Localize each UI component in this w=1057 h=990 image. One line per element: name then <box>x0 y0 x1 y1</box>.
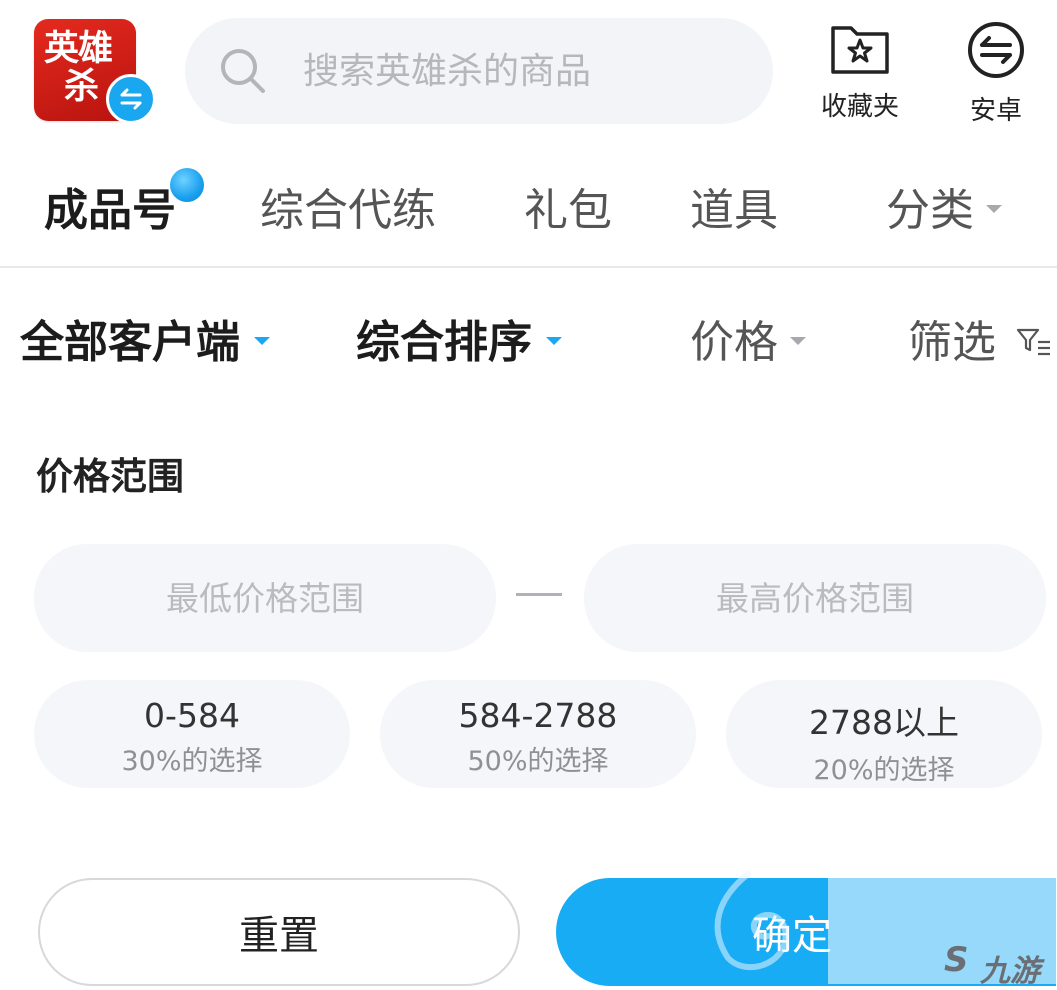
search-bar[interactable] <box>185 18 773 124</box>
watermark-brand: 九游 <box>980 954 1040 989</box>
range-separator <box>516 593 562 596</box>
screen-filter-label: 筛选 <box>908 317 996 368</box>
price-filter[interactable]: 价格 <box>690 306 806 370</box>
watermark-logo-icon <box>714 871 789 970</box>
category-tabs: 成品号 综合代练 礼包 道具 分类 <box>0 160 1057 256</box>
favorites-label: 收藏夹 <box>820 92 899 122</box>
max-price-input[interactable] <box>584 544 1046 652</box>
search-icon <box>221 49 265 93</box>
tab-category-label: 分类 <box>886 185 974 236</box>
client-filter[interactable]: 全部客户端 <box>20 306 270 370</box>
notification-dot <box>170 168 204 202</box>
filter-icon <box>1016 328 1050 356</box>
sort-filter[interactable]: 综合排序 <box>356 306 562 370</box>
swap-circle-icon <box>968 22 1024 78</box>
preset-share: 50%的选择 <box>467 746 609 777</box>
folder-star-icon <box>831 26 889 74</box>
chevron-down-icon <box>546 337 562 345</box>
logo-text-line1: 英雄 <box>44 29 113 69</box>
price-preset-low[interactable]: 0-584 30%的选择 <box>34 680 350 788</box>
preset-share: 30%的选择 <box>121 746 263 777</box>
reset-button[interactable]: 重置 <box>38 878 520 986</box>
favorites-button[interactable]: 收藏夹 <box>810 20 910 123</box>
screen-filter[interactable]: 筛选 <box>908 306 1052 370</box>
price-range-title: 价格范围 <box>36 455 184 498</box>
tab-finished-account[interactable]: 成品号 <box>44 174 176 238</box>
chevron-down-icon <box>986 205 1002 213</box>
sort-filter-label: 综合排序 <box>356 317 532 368</box>
tab-items[interactable]: 道具 <box>690 174 778 238</box>
android-label: 安卓 <box>969 96 1022 126</box>
logo-text-line2: 杀 <box>64 67 99 107</box>
chevron-down-icon <box>790 337 806 345</box>
search-input[interactable] <box>303 18 743 124</box>
divider <box>0 266 1057 268</box>
tab-gift-pack[interactable]: 礼包 <box>524 174 612 238</box>
min-price-input[interactable] <box>34 544 496 652</box>
preset-range: 0-584 <box>144 696 240 735</box>
tab-category[interactable]: 分类 <box>886 174 1002 238</box>
price-filter-label: 价格 <box>690 317 778 368</box>
tab-power-leveling[interactable]: 综合代练 <box>260 174 436 238</box>
preset-range: 2788以上 <box>809 703 959 742</box>
preset-range: 584-2788 <box>458 696 618 735</box>
price-preset-mid[interactable]: 584-2788 50%的选择 <box>380 680 696 788</box>
android-switch-button[interactable]: 安卓 <box>946 20 1046 127</box>
swap-badge-icon <box>106 74 156 124</box>
price-preset-high[interactable]: 2788以上 20%的选择 <box>726 680 1042 788</box>
client-filter-label: 全部客户端 <box>20 317 240 368</box>
chevron-down-icon <box>254 337 270 345</box>
watermark-s-icon: S <box>944 940 969 980</box>
preset-share: 20%的选择 <box>813 755 955 786</box>
